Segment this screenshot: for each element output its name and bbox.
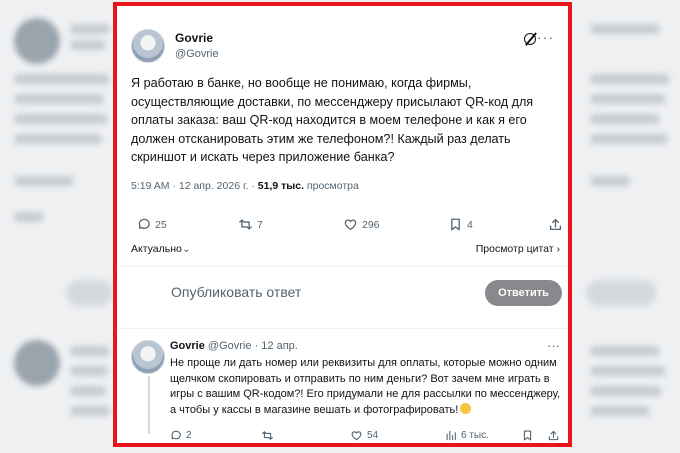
heart-icon	[351, 431, 362, 441]
tweet-meta: 5:19 AM · 12 апр. 2026 г. · 51,9 тыс. пр…	[131, 180, 359, 192]
view-quotes-label: Просмотр цитат	[475, 243, 554, 255]
repost-icon	[262, 431, 273, 440]
heart-icon	[344, 219, 357, 231]
highlighted-tweet-card: Govrie @Govrie ··· Я работаю в банке, но…	[113, 2, 572, 447]
bookmark-action[interactable]: 4	[449, 218, 473, 231]
repost-action[interactable]: 7	[239, 218, 263, 231]
sort-relevant-label: Актуально	[131, 243, 182, 255]
author-name[interactable]: Govrie	[175, 31, 213, 45]
tweet-header: Govrie @Govrie ···	[131, 29, 554, 69]
reply-count: 25	[155, 218, 167, 231]
reply-header: Govrie @Govrie · 12 апр.	[170, 340, 298, 352]
views-chart-icon	[446, 430, 456, 441]
tweet-views-count: 51,9 тыс.	[257, 180, 304, 192]
chevron-right-icon: ›	[556, 243, 561, 255]
reply-like-count: 54	[367, 430, 379, 441]
reply-author-name[interactable]: Govrie	[170, 340, 205, 352]
repost-count: 7	[257, 218, 263, 231]
reply-icon	[171, 430, 181, 440]
reply-text-content: Не проще ли дать номер или реквизиты для…	[170, 357, 561, 416]
share-icon	[549, 218, 562, 231]
reply-text: Не проще ли дать номер или реквизиты для…	[170, 356, 562, 418]
reply-like-action[interactable]: 54	[351, 430, 378, 441]
tweet-views-label: просмотра	[306, 180, 359, 192]
reply-icon	[138, 218, 150, 229]
reply-submit-button[interactable]: Ответить	[485, 280, 562, 306]
reply-more-icon[interactable]: ···	[547, 338, 560, 353]
bookmark-icon	[451, 218, 460, 231]
share-icon	[548, 430, 559, 441]
thread-line	[148, 376, 150, 434]
reply-avatar[interactable]	[131, 340, 165, 374]
divider	[117, 266, 568, 267]
more-options-icon[interactable]: ···	[537, 29, 554, 45]
share-action[interactable]	[549, 218, 562, 231]
reply-action[interactable]: 25	[137, 218, 167, 231]
tweet-text: Я работаю в банке, но вообще не понимаю,…	[131, 76, 534, 165]
reply-bookmark-action[interactable]	[522, 430, 533, 441]
reply-input[interactable]: Опубликовать ответ	[171, 284, 301, 300]
like-count: 296	[362, 218, 380, 231]
reply-reply-action[interactable]: 2	[170, 430, 192, 441]
reply-author-handle[interactable]: @Govrie	[208, 340, 252, 352]
repost-icon	[239, 219, 252, 230]
reply-actions: 2 54 6 тыс.	[170, 430, 565, 443]
avatar[interactable]	[131, 29, 165, 63]
reply-date[interactable]: 12 апр.	[261, 340, 298, 352]
like-action[interactable]: 296	[344, 218, 380, 231]
tweet-time[interactable]: 5:19 AM	[131, 180, 170, 192]
sort-relevant-dropdown[interactable]: Актуально⌄	[131, 243, 191, 255]
author-handle[interactable]: @Govrie	[175, 48, 219, 60]
bookmark-count: 4	[467, 218, 473, 231]
reply-repost-action[interactable]	[262, 430, 278, 441]
reply-share-action[interactable]	[548, 430, 559, 441]
reply-composer: Опубликовать ответ Ответить	[117, 276, 568, 322]
chevron-down-icon: ⌄	[181, 243, 191, 255]
reply-views-count: 6 тыс.	[461, 430, 489, 441]
tweet-date[interactable]: 12 апр. 2026 г.	[179, 180, 249, 192]
reply-reply-count: 2	[186, 430, 192, 441]
tweet-actions: 25 7 296 4	[131, 218, 564, 238]
bookmark-icon	[523, 430, 532, 441]
reply-views-action[interactable]: 6 тыс.	[445, 430, 489, 441]
emoji-icon	[460, 402, 472, 414]
divider	[117, 328, 568, 329]
grok-icon[interactable]	[524, 33, 536, 45]
view-quotes-link[interactable]: Просмотр цитат ›	[476, 243, 560, 255]
